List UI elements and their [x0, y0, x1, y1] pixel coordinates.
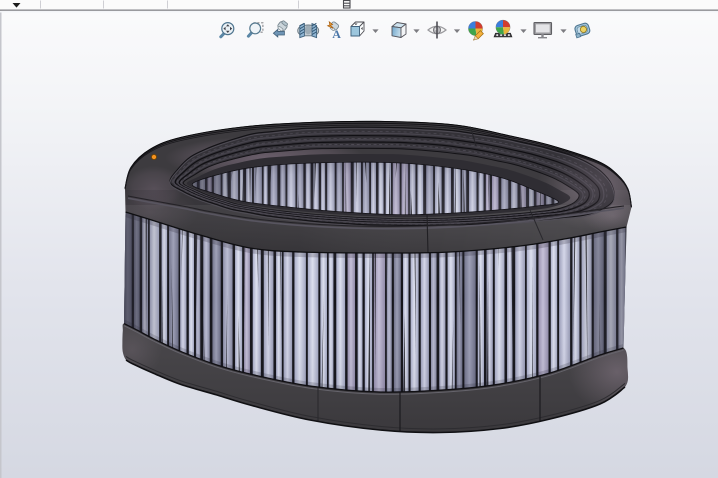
svg-text:A: A: [332, 27, 341, 41]
